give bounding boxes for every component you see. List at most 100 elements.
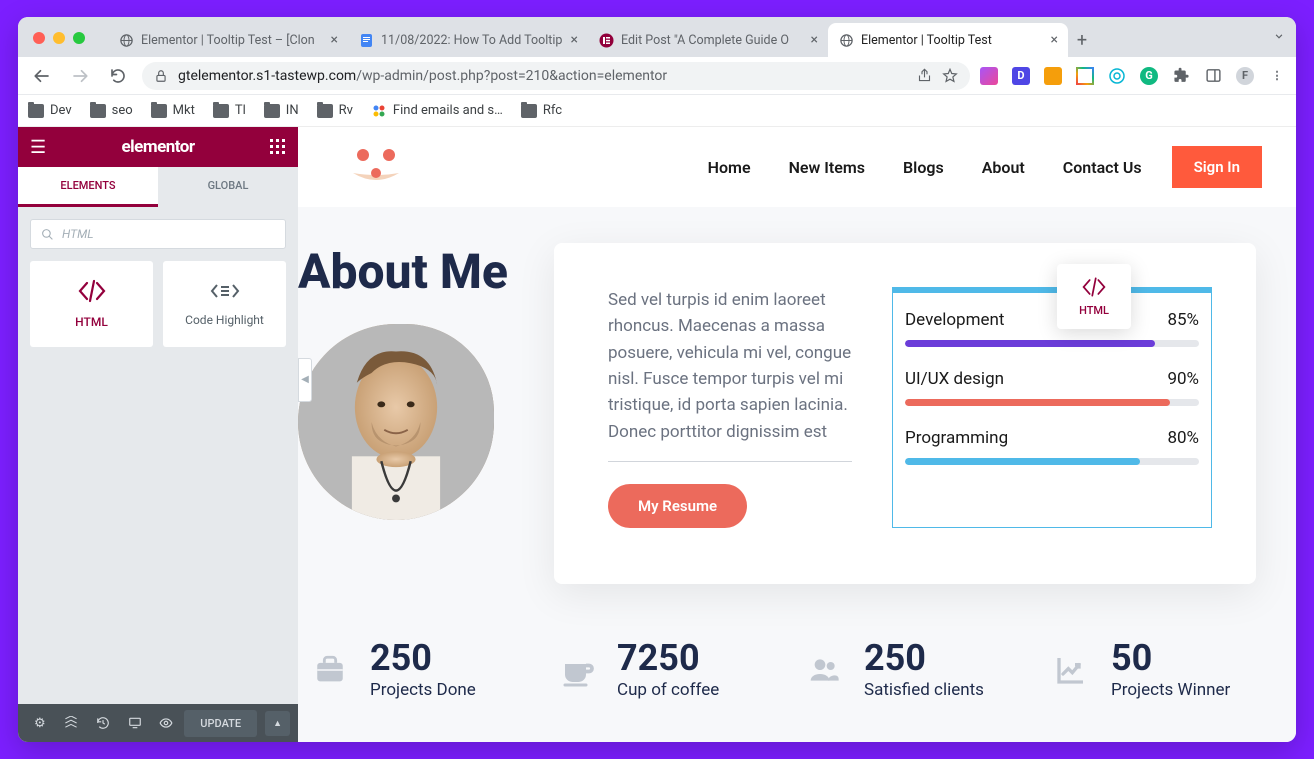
- elementor-footer: ⚙ UPDATE ▲: [18, 704, 298, 742]
- menu-dots-icon[interactable]: ⋮: [1268, 67, 1286, 85]
- settings-icon[interactable]: ⚙: [26, 709, 54, 737]
- ext-icon-6[interactable]: G: [1140, 67, 1158, 85]
- widgets-grid-icon[interactable]: [270, 139, 286, 155]
- site-logo[interactable]: [348, 147, 404, 187]
- bookmark-star-icon[interactable]: [942, 68, 958, 84]
- briefcase-icon: [308, 653, 352, 687]
- history-icon[interactable]: [89, 709, 117, 737]
- folder-icon: [521, 104, 537, 118]
- skill-bar-fill: [905, 399, 1170, 406]
- about-paragraph: Sed vel turpis id enim laoreet rhoncus. …: [608, 287, 852, 462]
- sign-in-button[interactable]: Sign In: [1172, 146, 1262, 188]
- widget-label: Code Highlight: [185, 313, 264, 327]
- profile-avatar[interactable]: F: [1236, 67, 1254, 85]
- content-area: ☰ elementor ELEMENTS GLOBAL HTML HTML C: [18, 127, 1296, 742]
- back-button[interactable]: [28, 62, 56, 90]
- skill-programming: Programming80%: [905, 428, 1199, 465]
- bookmark-item[interactable]: Rv: [317, 103, 353, 118]
- about-card: Sed vel turpis id enim laoreet rhoncus. …: [554, 243, 1256, 584]
- tab-global[interactable]: GLOBAL: [158, 167, 298, 207]
- stat-winner: 50Projects Winner: [1049, 640, 1286, 700]
- url-text: gtelementor.s1-tastewp.com/wp-admin/post…: [178, 68, 907, 84]
- stats-row: 250Projects Done 7250Cup of coffee 250Sa…: [298, 604, 1296, 730]
- close-icon[interactable]: ×: [331, 32, 338, 48]
- bookmark-item[interactable]: Dev: [28, 103, 72, 118]
- nav-about[interactable]: About: [982, 158, 1025, 177]
- nav-new-items[interactable]: New Items: [789, 158, 865, 177]
- sidepanel-icon[interactable]: [1204, 67, 1222, 85]
- users-icon: [802, 654, 846, 686]
- reload-button[interactable]: [104, 62, 132, 90]
- tab-4-active[interactable]: Elementor | Tooltip Test ×: [828, 23, 1068, 57]
- tab-list-dropdown[interactable]: [1272, 29, 1286, 43]
- preview-icon[interactable]: [153, 709, 181, 737]
- folder-icon: [90, 104, 106, 118]
- bookmark-item[interactable]: Tl: [213, 103, 246, 118]
- docs-icon: [358, 32, 374, 48]
- tooltip-label: HTML: [1079, 304, 1109, 317]
- close-window[interactable]: [33, 32, 45, 44]
- forward-button[interactable]: [66, 62, 94, 90]
- update-caret[interactable]: ▲: [265, 711, 290, 736]
- tab-title: Elementor | Tooltip Test – [Clon: [141, 33, 324, 48]
- maximize-window[interactable]: [73, 32, 85, 44]
- ext-icon-3[interactable]: [1044, 67, 1062, 85]
- tab-1[interactable]: Elementor | Tooltip Test – [Clon ×: [108, 23, 348, 57]
- folder-icon: [28, 104, 44, 118]
- share-icon[interactable]: [917, 68, 932, 83]
- browser-window: Elementor | Tooltip Test – [Clon × 11/08…: [18, 17, 1296, 742]
- new-tab-button[interactable]: +: [1068, 23, 1096, 57]
- about-title: About Me: [298, 243, 514, 300]
- globe-icon: [118, 32, 134, 48]
- close-icon[interactable]: ×: [1051, 32, 1058, 48]
- widget-code-highlight[interactable]: Code Highlight: [163, 261, 286, 347]
- address-bar[interactable]: gtelementor.s1-tastewp.com/wp-admin/post…: [142, 62, 970, 90]
- collapse-panel-handle[interactable]: ◀: [298, 358, 312, 402]
- tabs-bar: Elementor | Tooltip Test – [Clon × 11/08…: [18, 17, 1296, 57]
- nav-home[interactable]: Home: [708, 158, 751, 177]
- elementor-tabs: ELEMENTS GLOBAL: [18, 167, 298, 207]
- skills-box[interactable]: HTML Development85% UI/UX design90% Prog…: [892, 287, 1212, 528]
- widget-html[interactable]: HTML: [30, 261, 153, 347]
- search-icon: [41, 228, 54, 241]
- minimize-window[interactable]: [53, 32, 65, 44]
- about-left: About Me: [298, 243, 514, 520]
- resume-button[interactable]: My Resume: [608, 484, 747, 528]
- search-value: HTML: [62, 227, 94, 241]
- close-icon[interactable]: ×: [811, 32, 818, 48]
- tab-3[interactable]: Edit Post "A Complete Guide O ×: [588, 23, 828, 57]
- extensions-icon[interactable]: [1172, 67, 1190, 85]
- ext-icon-1[interactable]: [980, 67, 998, 85]
- elementor-logo: elementor: [121, 137, 194, 157]
- nav-contact[interactable]: Contact Us: [1063, 158, 1142, 177]
- tab-2[interactable]: 11/08/2022: How To Add Tooltip ×: [348, 23, 588, 57]
- extension-icons: D G F ⋮: [980, 67, 1286, 85]
- bookmark-item[interactable]: IN: [264, 103, 299, 118]
- editor-canvas[interactable]: Home New Items Blogs About Contact Us Si…: [298, 127, 1296, 742]
- widget-grid: HTML Code Highlight: [18, 261, 298, 347]
- chart-icon: [1049, 654, 1093, 686]
- html-widget-tooltip[interactable]: HTML: [1057, 264, 1131, 329]
- responsive-icon[interactable]: [121, 709, 149, 737]
- globe-icon: [838, 32, 854, 48]
- tab-elements[interactable]: ELEMENTS: [18, 167, 158, 207]
- update-button[interactable]: UPDATE: [184, 710, 257, 737]
- ext-icon-5[interactable]: [1108, 67, 1126, 85]
- about-text-col: Sed vel turpis id enim laoreet rhoncus. …: [608, 287, 852, 528]
- url-bar: gtelementor.s1-tastewp.com/wp-admin/post…: [18, 57, 1296, 95]
- elementor-icon: [598, 32, 614, 48]
- navigator-icon[interactable]: [58, 709, 86, 737]
- bookmark-item[interactable]: Mkt: [151, 103, 195, 118]
- bookmark-item[interactable]: Rfc: [521, 103, 562, 118]
- bookmark-item[interactable]: seo: [90, 103, 133, 118]
- traffic-lights: [33, 32, 85, 44]
- nav-blogs[interactable]: Blogs: [903, 158, 944, 177]
- close-icon[interactable]: ×: [571, 32, 578, 48]
- skill-uiux: UI/UX design90%: [905, 369, 1199, 406]
- widget-search[interactable]: HTML: [30, 219, 286, 249]
- ext-icon-2[interactable]: D: [1012, 67, 1030, 85]
- ext-icon-4[interactable]: [1076, 67, 1094, 85]
- code-highlight-icon: [210, 281, 240, 301]
- bookmark-item[interactable]: Find emails and s…: [371, 103, 503, 119]
- menu-icon[interactable]: ☰: [30, 137, 46, 158]
